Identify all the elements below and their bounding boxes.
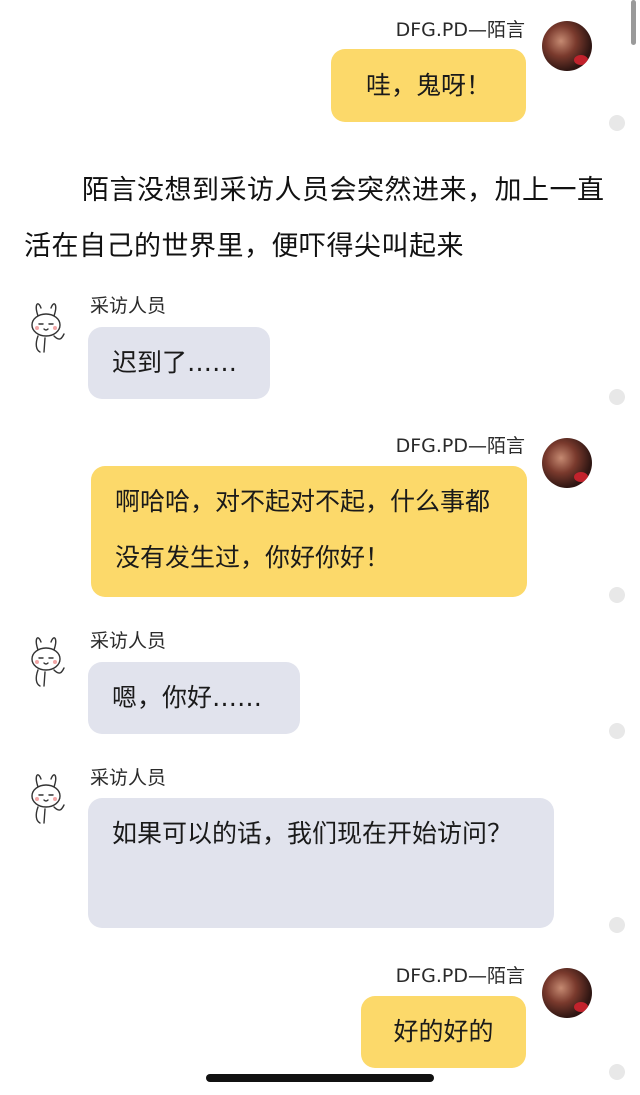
message-bubble[interactable]: 如果可以的话，我们现在开始访问？ xyxy=(88,798,554,928)
message-bubble[interactable]: 好的好的 xyxy=(361,996,526,1068)
message-bubble[interactable]: 啊哈哈，对不起对不起，什么事都没有发生过，你好你好！ xyxy=(91,466,527,597)
sender-name: 采访人员 xyxy=(90,767,167,789)
user-avatar-icon[interactable] xyxy=(542,438,592,488)
select-dot[interactable] xyxy=(609,1064,625,1080)
select-dot[interactable] xyxy=(609,389,625,405)
home-indicator[interactable] xyxy=(206,1074,434,1082)
rabbit-sticker-icon[interactable] xyxy=(26,632,70,688)
sender-name: DFG.PD—陌言 xyxy=(395,19,525,41)
narration-text: 陌言没想到采访人员会突然进来，加上一直活在自己的世界里，便吓得尖叫起来 xyxy=(24,175,605,262)
sender-name: 采访人员 xyxy=(90,630,167,652)
select-dot[interactable] xyxy=(609,917,625,933)
rabbit-sticker-icon[interactable] xyxy=(26,298,70,354)
rabbit-sticker-icon[interactable] xyxy=(26,769,70,825)
select-dot[interactable] xyxy=(609,587,625,603)
user-avatar-icon[interactable] xyxy=(542,968,592,1018)
message-bubble[interactable]: 嗯，你好…… xyxy=(88,662,300,734)
sender-name: DFG.PD—陌言 xyxy=(395,965,525,987)
user-avatar-icon[interactable] xyxy=(542,21,592,71)
select-dot[interactable] xyxy=(609,723,625,739)
scrollbar-thumb[interactable] xyxy=(631,0,636,45)
select-dot[interactable] xyxy=(609,115,625,131)
sender-name: DFG.PD—陌言 xyxy=(395,435,525,457)
message-bubble[interactable]: 迟到了…… xyxy=(88,327,270,399)
message-bubble[interactable]: 哇，鬼呀！ xyxy=(331,49,526,122)
sender-name: 采访人员 xyxy=(90,295,167,317)
